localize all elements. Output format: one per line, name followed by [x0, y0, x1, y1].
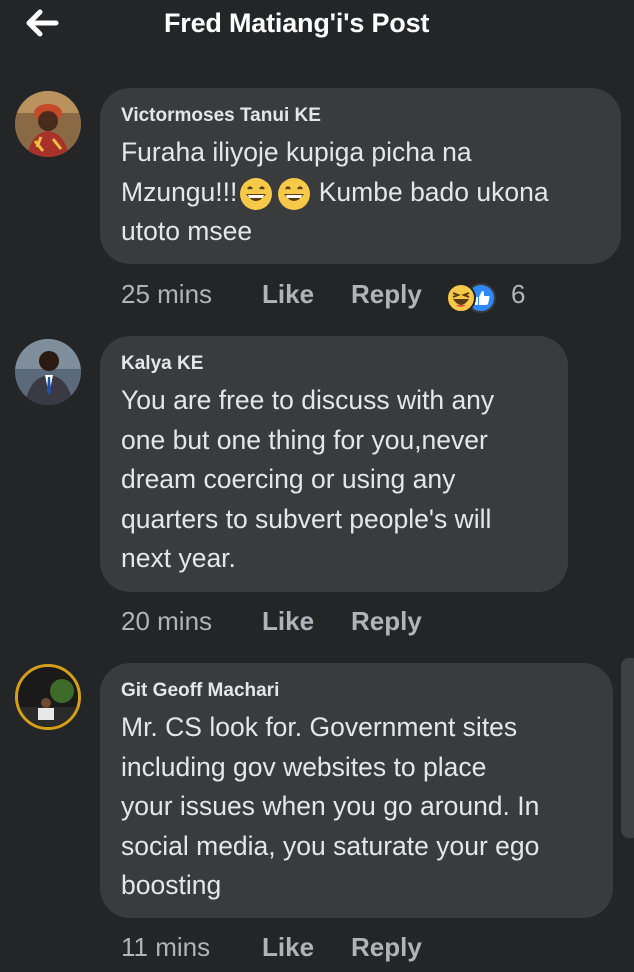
comment-text: Furaha iliyoje kupiga picha na Mzungu!!!…: [121, 133, 549, 252]
comment-actions: 11 mins Like Reply: [121, 932, 481, 972]
comment-text-line: Mzungu!!! Kumbe bado ukona: [121, 173, 549, 213]
reply-button[interactable]: Reply: [351, 606, 422, 637]
reaction-count: 6: [511, 279, 526, 309]
like-button[interactable]: Like: [262, 279, 314, 310]
like-button[interactable]: Like: [262, 606, 314, 637]
comment-actions: 25 mins Like Reply 6: [121, 279, 621, 319]
comment-text-line: including gov websites to place: [121, 751, 487, 782]
comment-text-line: next year.: [121, 543, 236, 573]
comment-text-line: You are free to discuss with any: [121, 385, 495, 415]
reactions-summary[interactable]: 6: [444, 279, 526, 316]
grinning-face-emoji-icon: [278, 177, 311, 210]
scrollbar[interactable]: [621, 658, 634, 838]
comment-text-line: Mr. CS look for. Government sites: [121, 712, 518, 742]
avatar[interactable]: [15, 664, 81, 730]
page-title: Fred Matiang'i's Post: [164, 8, 430, 38]
comment-text-line: your issues when you go around. In: [121, 791, 540, 821]
comment-time: 11 mins: [121, 932, 211, 962]
like-button[interactable]: Like: [262, 932, 314, 963]
profile-photo: [15, 339, 81, 405]
comment-text-segment: Mzungu!!!: [121, 176, 238, 207]
reply-button[interactable]: Reply: [351, 932, 422, 963]
comment-actions: 20 mins Like Reply: [121, 606, 481, 646]
profile-photo: [15, 91, 81, 157]
back-button[interactable]: [22, 6, 62, 40]
header-bar: Fred Matiang'i's Post: [0, 0, 634, 56]
arrow-left-icon: [26, 9, 59, 37]
comment-author[interactable]: Kalya KE: [121, 353, 203, 375]
comment-text-line: one but one thing for you,never: [121, 424, 488, 455]
comment-author[interactable]: Git Geoff Machari: [121, 680, 279, 702]
comment-text-line: dream coercing or using any: [121, 464, 456, 494]
comment-time: 20 mins: [121, 606, 213, 636]
comment-text-line: quarters to subvert people's will: [121, 503, 492, 534]
profile-photo: [18, 667, 78, 727]
avatar[interactable]: [15, 91, 81, 157]
comment-text: You are free to discuss with any one but…: [121, 381, 494, 579]
haha-reaction-icon: [446, 283, 476, 313]
avatar[interactable]: [15, 339, 81, 405]
grinning-face-emoji-icon: [240, 177, 273, 210]
comment-text-line: Furaha iliyoje kupiga picha na: [121, 137, 472, 167]
comment-text: Mr. CS look for. Government sites includ…: [121, 708, 539, 906]
comment-text-line: social media, you saturate your ego: [121, 830, 540, 861]
comment-text-segment: Kumbe bado ukona: [311, 176, 549, 207]
comment-author[interactable]: Victormoses Tanui KE: [121, 105, 321, 127]
comment-text-line: utoto msee: [121, 216, 253, 246]
reply-button[interactable]: Reply: [351, 279, 422, 310]
comment-time: 25 mins: [121, 279, 213, 309]
comment-text-line: boosting: [121, 870, 222, 900]
